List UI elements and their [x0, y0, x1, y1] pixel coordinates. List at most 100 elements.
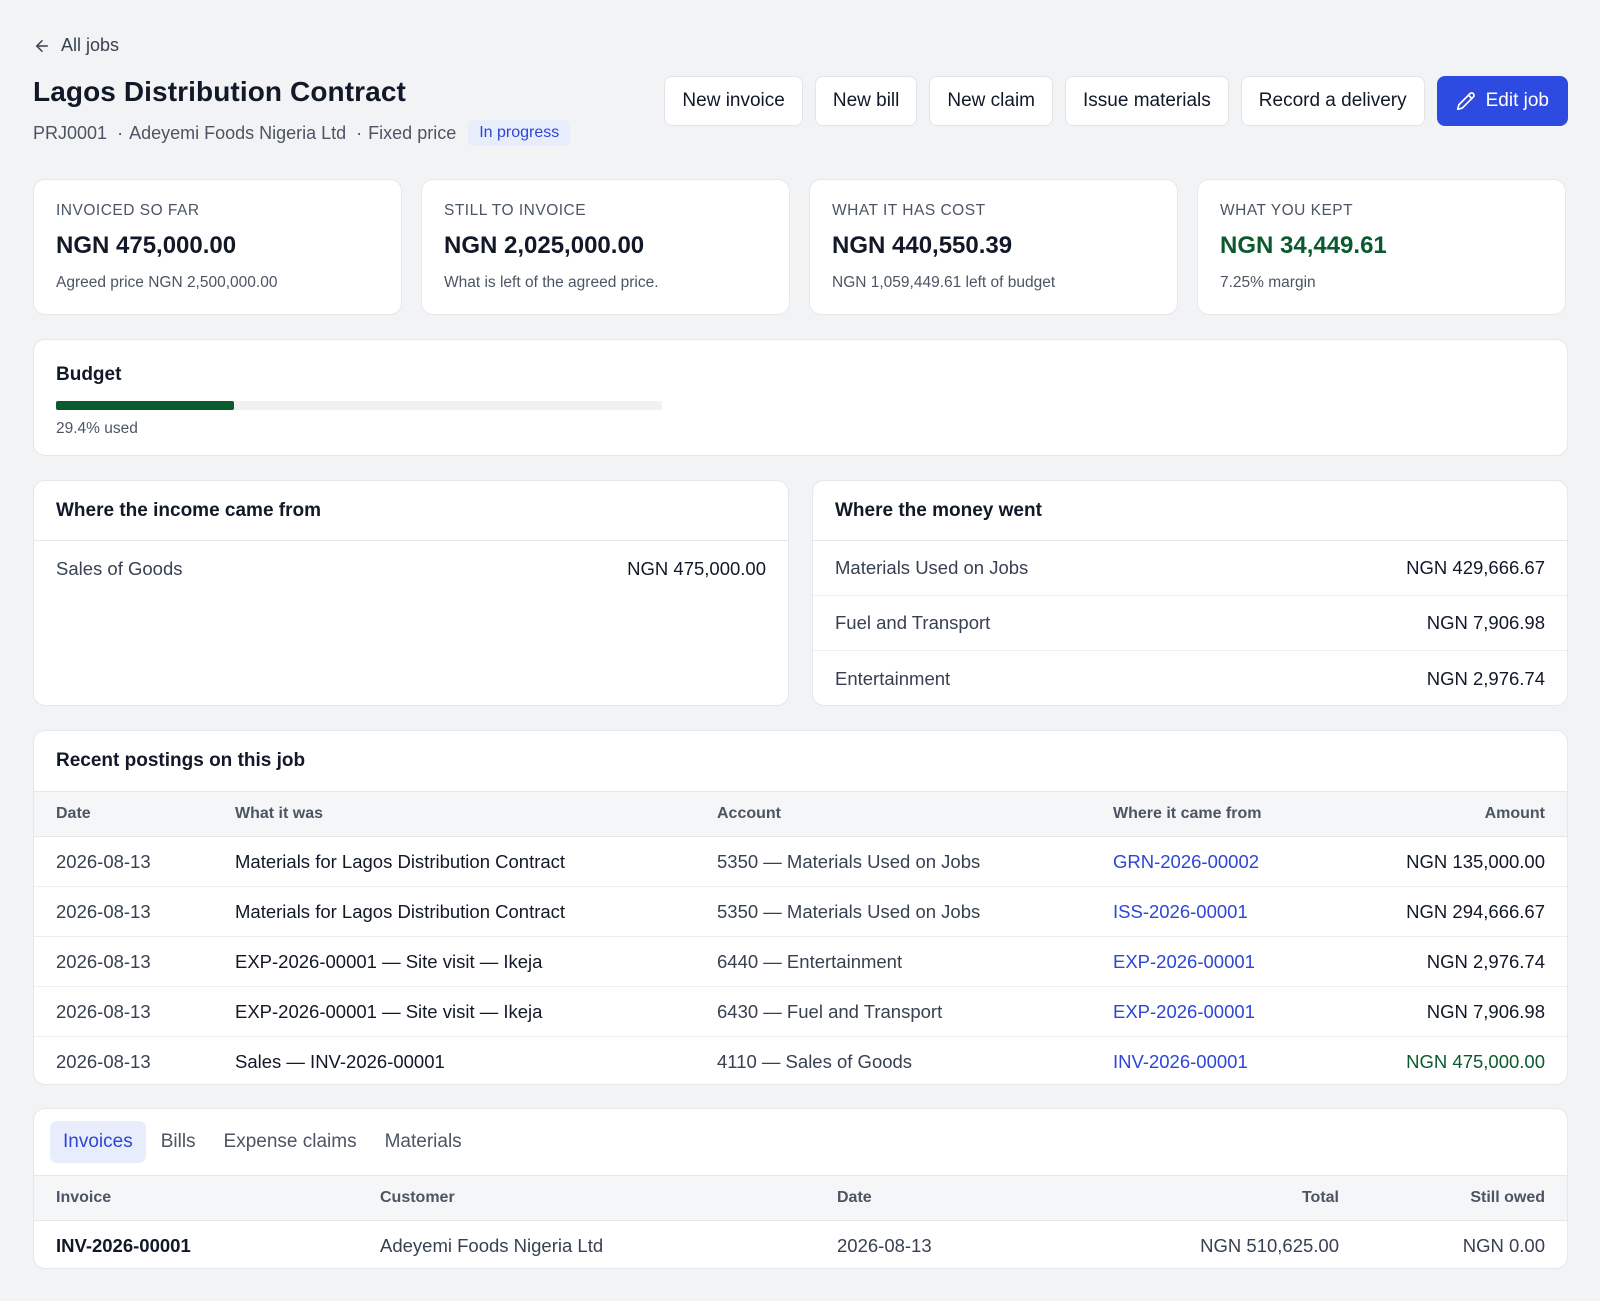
- documents-tabs: Invoices Bills Expense claims Materials: [34, 1109, 1567, 1175]
- spending-amount: NGN 2,976.74: [1426, 667, 1545, 689]
- spending-category: Materials Used on Jobs: [835, 557, 1029, 578]
- stat-sub: NGN 1,059,449.61 left of budget: [832, 274, 1056, 291]
- posting-account: 4110 — Sales of Goods: [717, 1050, 913, 1072]
- stat-value: NGN 2,025,000.00: [444, 232, 645, 259]
- table-row: 2026-08-13 EXP-2026-00001 — Site visit —…: [34, 936, 1567, 987]
- budget-title: Budget: [56, 364, 122, 385]
- stat-label: INVOICED SO FAR: [56, 202, 200, 219]
- new-invoice-button[interactable]: New invoice: [664, 76, 803, 126]
- back-link-label: All jobs: [61, 35, 120, 55]
- list-item: Entertainment NGN 2,976.74: [813, 651, 1567, 705]
- spending-category: Fuel and Transport: [835, 612, 991, 633]
- tab-expense-claims[interactable]: Expense claims: [211, 1121, 370, 1163]
- table-row: 2026-08-13 EXP-2026-00001 — Site visit —…: [34, 986, 1567, 1037]
- pencil-icon: [1456, 92, 1475, 111]
- stat-label: STILL TO INVOICE: [444, 202, 587, 219]
- posting-description: Sales — INV-2026-00001: [235, 1050, 445, 1072]
- income-amount: NGN 475,000.00: [627, 557, 766, 579]
- column-header: Still owed: [1361, 1175, 1567, 1221]
- posting-source-link[interactable]: INV-2026-00001: [1113, 1051, 1248, 1072]
- tab-invoices[interactable]: Invoices: [50, 1121, 146, 1163]
- posting-source-link[interactable]: ISS-2026-00001: [1113, 901, 1248, 922]
- tab-bills[interactable]: Bills: [148, 1121, 209, 1163]
- tab-materials[interactable]: Materials: [372, 1121, 475, 1163]
- table-header-row: Invoice Customer Date Total Still owed: [34, 1175, 1567, 1221]
- invoice-total: NGN 510,625.00: [1200, 1234, 1339, 1256]
- invoice-date: 2026-08-13: [837, 1234, 932, 1256]
- budget-used-label: 29.4% used: [56, 420, 138, 437]
- posting-source-link[interactable]: GRN-2026-00002: [1113, 851, 1259, 872]
- stat-card-still-to-invoice: STILL TO INVOICE NGN 2,025,000.00 What i…: [421, 179, 790, 315]
- job-meta: PRJ0001 · Adeyemi Foods Nigeria Ltd · Fi…: [33, 120, 571, 146]
- job-customer: Adeyemi Foods Nigeria Ltd: [129, 122, 347, 143]
- stat-card-kept: WHAT YOU KEPT NGN 34,449.61 7.25% margin: [1197, 179, 1566, 315]
- stat-card-cost: WHAT IT HAS COST NGN 440,550.39 NGN 1,05…: [809, 179, 1178, 315]
- postings-card: Recent postings on this job Date What it…: [33, 730, 1568, 1085]
- posting-amount: NGN 7,906.98: [1335, 986, 1567, 1037]
- stat-sub: What is left of the agreed price.: [444, 274, 659, 291]
- table-row: 2026-08-13 Sales — INV-2026-00001 4110 —…: [34, 1037, 1567, 1085]
- budget-progress-bar: [56, 401, 662, 410]
- table-header-row: Date What it was Account Where it came f…: [34, 791, 1567, 837]
- budget-progress-fill: [56, 401, 235, 410]
- posting-description: EXP-2026-00001 — Site visit — Ikeja: [213, 986, 695, 1037]
- column-header: Date: [34, 791, 213, 837]
- posting-account: 6430 — Fuel and Transport: [695, 986, 1091, 1037]
- column-header: Date: [815, 1175, 1115, 1221]
- posting-date: 2026-08-13: [56, 1050, 151, 1072]
- column-header: Customer: [358, 1175, 815, 1221]
- posting-date: 2026-08-13: [34, 986, 213, 1037]
- stat-value: NGN 475,000.00: [56, 232, 237, 259]
- posting-source-link[interactable]: EXP-2026-00001: [1113, 1001, 1255, 1022]
- list-item: Materials Used on Jobs NGN 429,666.67: [813, 541, 1567, 596]
- list-item: Sales of Goods NGN 475,000.00: [34, 541, 788, 596]
- posting-amount: NGN 135,000.00: [1335, 836, 1567, 887]
- edit-job-label: Edit job: [1485, 90, 1549, 111]
- record-delivery-button[interactable]: Record a delivery: [1240, 76, 1425, 126]
- edit-job-button[interactable]: Edit job: [1436, 76, 1568, 126]
- separator: ·: [117, 122, 124, 143]
- status-badge: In progress: [468, 120, 571, 146]
- posting-account: 6440 — Entertainment: [695, 936, 1091, 987]
- issue-materials-button[interactable]: Issue materials: [1065, 76, 1229, 126]
- table-row: 2026-08-13 Materials for Lagos Distribut…: [34, 836, 1567, 887]
- postings-title: Recent postings on this job: [56, 750, 306, 771]
- posting-date: 2026-08-13: [34, 936, 213, 987]
- posting-account: 5350 — Materials Used on Jobs: [695, 836, 1091, 887]
- new-claim-button[interactable]: New claim: [929, 76, 1053, 126]
- income-panel-title: Where the income came from: [34, 481, 788, 541]
- posting-description: Materials for Lagos Distribution Contrac…: [213, 836, 695, 887]
- column-header: Where it came from: [1091, 791, 1336, 837]
- posting-amount: NGN 294,666.67: [1335, 886, 1567, 937]
- invoices-table: Invoice Customer Date Total Still owed I…: [34, 1175, 1567, 1269]
- stat-label: WHAT YOU KEPT: [1220, 202, 1354, 219]
- posting-amount: NGN 2,976.74: [1335, 936, 1567, 987]
- postings-table: Date What it was Account Where it came f…: [34, 791, 1567, 1085]
- list-item: Fuel and Transport NGN 7,906.98: [813, 596, 1567, 651]
- spending-panel: Where the money went Materials Used on J…: [812, 480, 1568, 706]
- column-header: Invoice: [34, 1175, 358, 1221]
- stat-value: NGN 440,550.39: [832, 232, 1013, 259]
- posting-date: 2026-08-13: [34, 886, 213, 937]
- column-header: Total: [1115, 1175, 1361, 1221]
- new-bill-button[interactable]: New bill: [814, 76, 918, 126]
- spending-amount: NGN 429,666.67: [1406, 557, 1545, 578]
- arrow-left-icon: [36, 39, 48, 52]
- posting-description: EXP-2026-00001 — Site visit — Ikeja: [213, 936, 695, 987]
- stat-value: NGN 34,449.61: [1220, 232, 1387, 259]
- back-link[interactable]: All jobs: [33, 35, 119, 56]
- action-bar: New invoice New bill New claim Issue mat…: [664, 76, 1568, 126]
- spending-panel-title: Where the money went: [813, 481, 1567, 541]
- income-source: Sales of Goods: [56, 557, 183, 579]
- documents-card: Invoices Bills Expense claims Materials …: [33, 1108, 1568, 1269]
- table-row[interactable]: INV-2026-00001 Adeyemi Foods Nigeria Ltd…: [34, 1221, 1567, 1269]
- column-header: What it was: [213, 791, 695, 837]
- posting-source-link[interactable]: EXP-2026-00001: [1113, 951, 1255, 972]
- posting-amount: NGN 475,000.00: [1406, 1050, 1545, 1072]
- invoice-still-owed: NGN 0.00: [1462, 1234, 1545, 1256]
- invoice-customer: Adeyemi Foods Nigeria Ltd: [380, 1234, 604, 1256]
- invoice-number[interactable]: INV-2026-00001: [34, 1221, 358, 1269]
- separator: ·: [356, 122, 363, 143]
- table-row: 2026-08-13 Materials for Lagos Distribut…: [34, 886, 1567, 937]
- column-header: Account: [695, 791, 1091, 837]
